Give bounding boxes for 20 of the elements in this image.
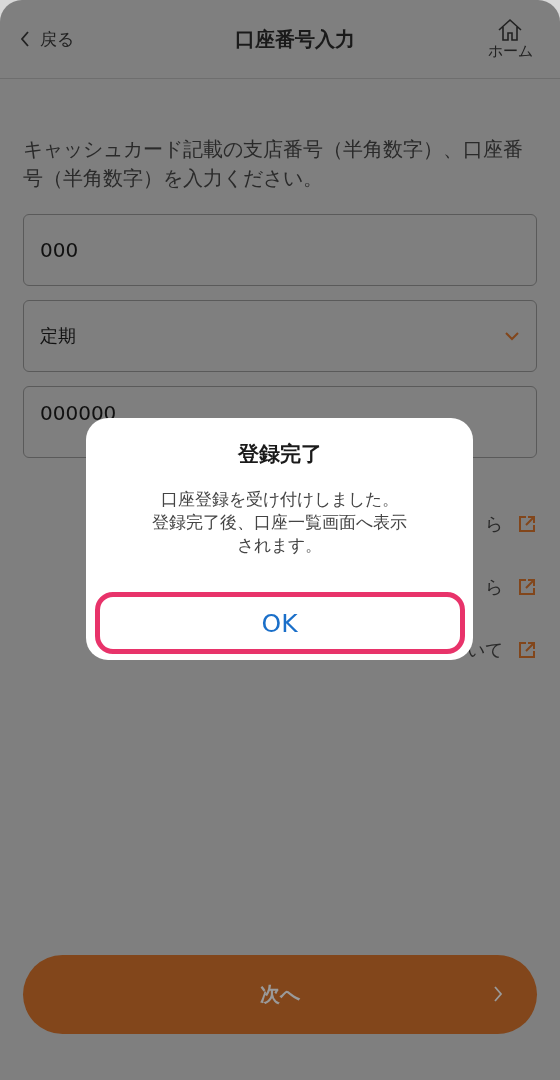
external-link-icon: [517, 577, 537, 597]
external-link-icon: [517, 514, 537, 534]
screen-title: 口座番号入力: [235, 25, 355, 53]
dialog-message: 登録完了後、口座一覧画面へ表示されます。: [151, 512, 408, 558]
input-field[interactable]: 000: [23, 213, 537, 286]
home-icon: [497, 17, 523, 42]
next-button[interactable]: 次へ: [23, 955, 537, 1034]
dialog-title: 登録完了: [237, 441, 322, 468]
link-text[interactable]: ら: [485, 512, 503, 536]
dialog-message: 口座登録を受け付けしました。: [159, 489, 400, 511]
home-button[interactable]: ホーム: [480, 17, 540, 61]
link-text[interactable]: ら: [485, 575, 503, 599]
external-link-icon: [517, 640, 537, 660]
chevron-down-icon: [504, 330, 520, 341]
back-button[interactable]: 戻る: [20, 27, 110, 51]
chevron-right-icon: [493, 985, 503, 1003]
instruction-text: キャッシュカード記載の支店番号（半角数字）、口座番号（半角数字）を入力ください。: [23, 137, 524, 193]
ok-button[interactable]: OK: [94, 592, 465, 654]
chevron-left-icon: [20, 30, 30, 48]
select-field[interactable]: 定期: [23, 299, 537, 372]
